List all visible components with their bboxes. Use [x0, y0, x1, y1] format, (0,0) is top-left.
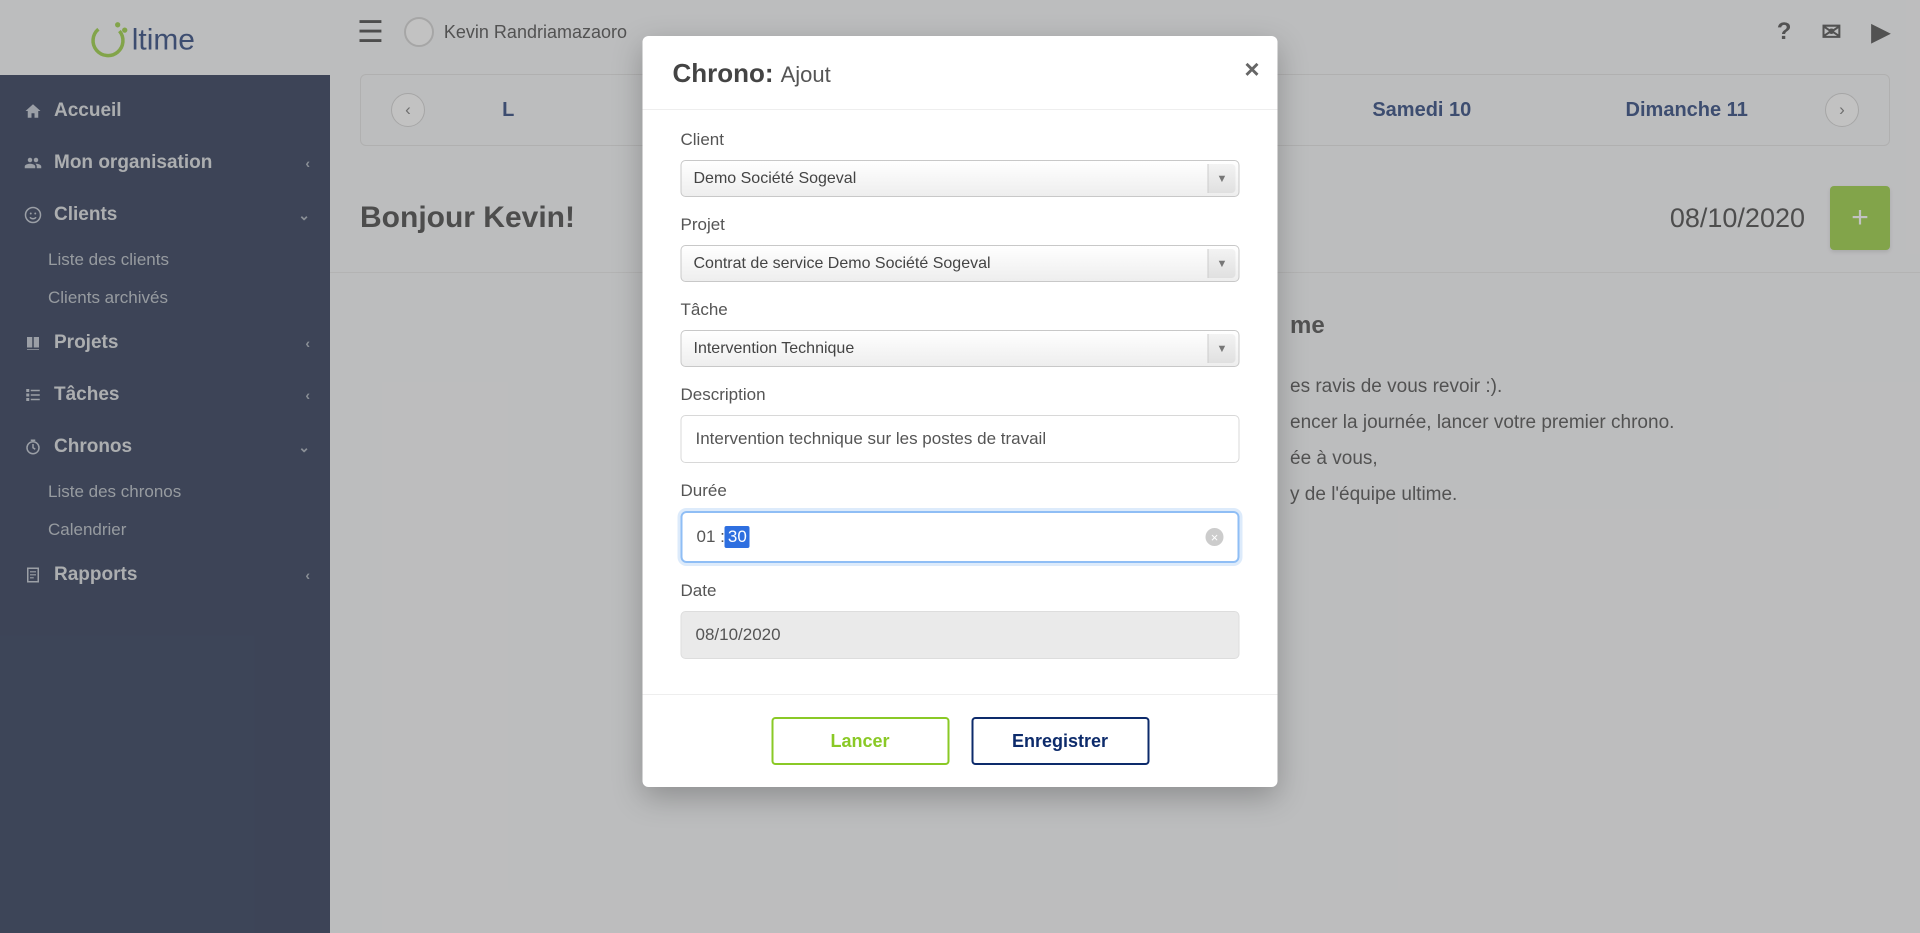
input-duree[interactable]: 01 : 30 ×: [681, 511, 1240, 563]
label-duree: Durée: [681, 481, 1240, 501]
select-client[interactable]: Demo Société Sogeval ▼: [681, 160, 1240, 197]
duree-hours: 01 :: [697, 527, 725, 547]
label-tache: Tâche: [681, 300, 1240, 320]
label-client: Client: [681, 130, 1240, 150]
field-description: Description: [681, 385, 1240, 463]
label-projet: Projet: [681, 215, 1240, 235]
clear-icon[interactable]: ×: [1206, 528, 1224, 546]
select-value: Contrat de service Demo Société Sogeval: [694, 255, 991, 273]
select-value: Demo Société Sogeval: [694, 170, 857, 188]
label-date: Date: [681, 581, 1240, 601]
caret-down-icon: ▼: [1208, 334, 1236, 363]
modal-header: Chrono: Ajout ×: [643, 36, 1278, 110]
modal-footer: Lancer Enregistrer: [643, 694, 1278, 787]
caret-down-icon: ▼: [1208, 249, 1236, 278]
input-date[interactable]: [681, 611, 1240, 659]
field-date: Date: [681, 581, 1240, 659]
modal-title: Chrono:: [673, 58, 774, 89]
input-description[interactable]: [681, 415, 1240, 463]
select-projet[interactable]: Contrat de service Demo Société Sogeval …: [681, 245, 1240, 282]
field-projet: Projet Contrat de service Demo Société S…: [681, 215, 1240, 282]
select-value: Intervention Technique: [694, 340, 855, 358]
field-tache: Tâche Intervention Technique ▼: [681, 300, 1240, 367]
modal-body: Client Demo Société Sogeval ▼ Projet Con…: [643, 110, 1278, 694]
caret-down-icon: ▼: [1208, 164, 1236, 193]
lancer-button[interactable]: Lancer: [771, 717, 949, 765]
select-tache[interactable]: Intervention Technique ▼: [681, 330, 1240, 367]
modal-subtitle: Ajout: [781, 62, 831, 88]
close-icon[interactable]: ×: [1244, 54, 1259, 85]
duree-minutes-selected: 30: [725, 526, 750, 548]
chrono-modal: Chrono: Ajout × Client Demo Société Soge…: [643, 36, 1278, 787]
field-client: Client Demo Société Sogeval ▼: [681, 130, 1240, 197]
field-duree: Durée 01 : 30 ×: [681, 481, 1240, 563]
label-description: Description: [681, 385, 1240, 405]
enregistrer-button[interactable]: Enregistrer: [971, 717, 1149, 765]
